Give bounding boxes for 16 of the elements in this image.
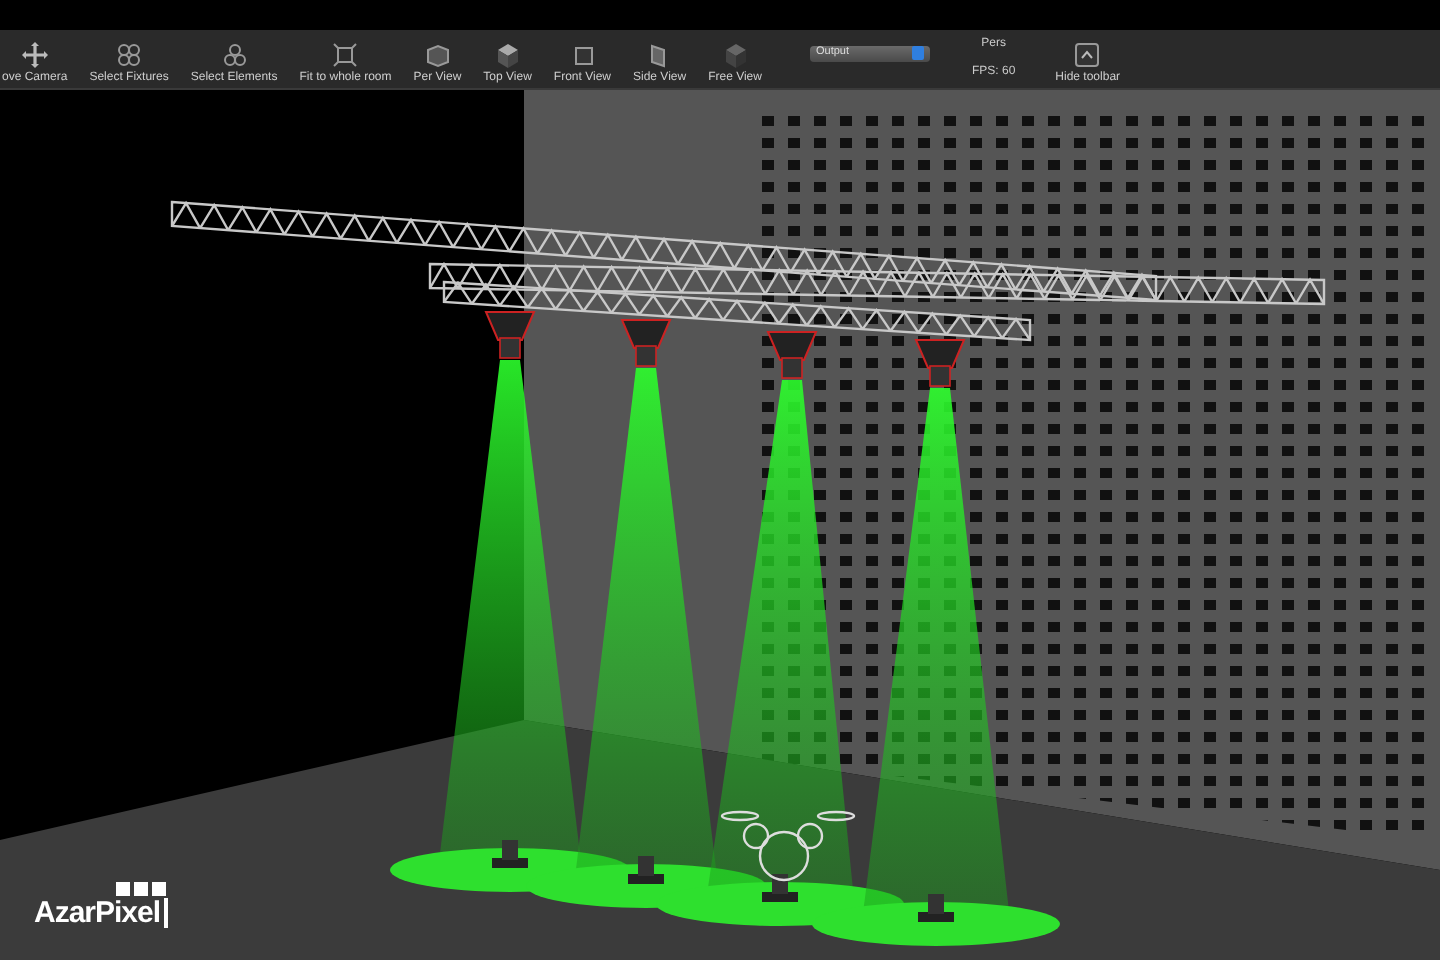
floor-fixture <box>918 894 954 922</box>
move-icon <box>21 42 48 68</box>
logo-text: AzarPixel <box>34 898 169 928</box>
cube-icon <box>722 42 749 68</box>
floor-fixture <box>762 874 798 902</box>
floor-fixture <box>628 856 664 884</box>
floor-fixture <box>492 840 528 868</box>
cube-icon <box>424 42 451 68</box>
drum-kit-drawing <box>720 810 856 882</box>
grid-icon <box>116 42 143 68</box>
window-icon <box>1074 42 1101 68</box>
fit-icon <box>332 42 359 68</box>
grid-icon <box>221 42 248 68</box>
logo-squares-icon <box>116 882 169 898</box>
cube-icon <box>494 42 521 68</box>
cube-icon <box>569 42 596 68</box>
